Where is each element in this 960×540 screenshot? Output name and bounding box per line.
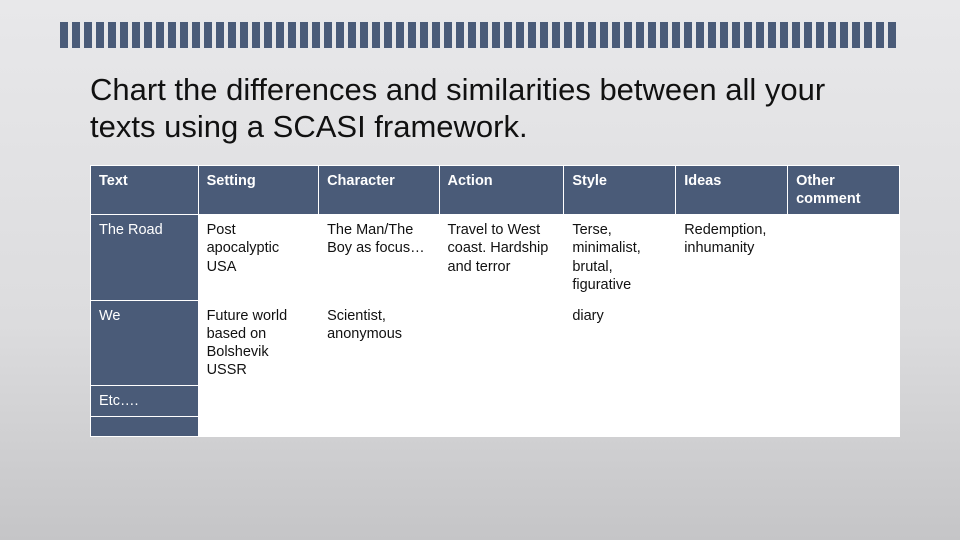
scasi-table: Text Setting Character Action Style Idea… xyxy=(90,165,900,437)
table-row xyxy=(91,417,900,437)
cell-setting: Future world based on Bolshevik USSR xyxy=(198,300,318,386)
col-style: Style xyxy=(564,166,676,215)
cell-ideas: Redemption, inhumanity xyxy=(676,215,788,301)
cell-action xyxy=(439,386,564,417)
table-row: The Road Post apocalyptic USA The Man/Th… xyxy=(91,215,900,301)
cell-other xyxy=(788,215,900,301)
table-row: Etc…. xyxy=(91,386,900,417)
scasi-table-container: Text Setting Character Action Style Idea… xyxy=(90,165,900,437)
cell-other xyxy=(788,300,900,386)
cell-style: diary xyxy=(564,300,676,386)
cell-character: Scientist, anonymous xyxy=(319,300,439,386)
cell-action: Travel to West coast. Hardship and terro… xyxy=(439,215,564,301)
cell-character: The Man/The Boy as focus… xyxy=(319,215,439,301)
cell-ideas xyxy=(676,300,788,386)
col-text: Text xyxy=(91,166,199,215)
cell-other xyxy=(788,417,900,437)
decorative-dash-border xyxy=(60,22,900,48)
cell-text xyxy=(91,417,199,437)
cell-other xyxy=(788,386,900,417)
cell-text: Etc…. xyxy=(91,386,199,417)
col-ideas: Ideas xyxy=(676,166,788,215)
table-header-row: Text Setting Character Action Style Idea… xyxy=(91,166,900,215)
col-character: Character xyxy=(319,166,439,215)
cell-action xyxy=(439,417,564,437)
slide-title: Chart the differences and similarities b… xyxy=(90,72,870,145)
col-setting: Setting xyxy=(198,166,318,215)
cell-text: We xyxy=(91,300,199,386)
cell-setting: Post apocalyptic USA xyxy=(198,215,318,301)
col-other: Other comment xyxy=(788,166,900,215)
cell-character xyxy=(319,417,439,437)
cell-style: Terse, minimalist, brutal, figurative xyxy=(564,215,676,301)
col-action: Action xyxy=(439,166,564,215)
cell-setting xyxy=(198,417,318,437)
cell-ideas xyxy=(676,386,788,417)
cell-action xyxy=(439,300,564,386)
table-row: We Future world based on Bolshevik USSR … xyxy=(91,300,900,386)
cell-ideas xyxy=(676,417,788,437)
cell-setting xyxy=(198,386,318,417)
cell-style xyxy=(564,386,676,417)
cell-character xyxy=(319,386,439,417)
cell-style xyxy=(564,417,676,437)
cell-text: The Road xyxy=(91,215,199,301)
